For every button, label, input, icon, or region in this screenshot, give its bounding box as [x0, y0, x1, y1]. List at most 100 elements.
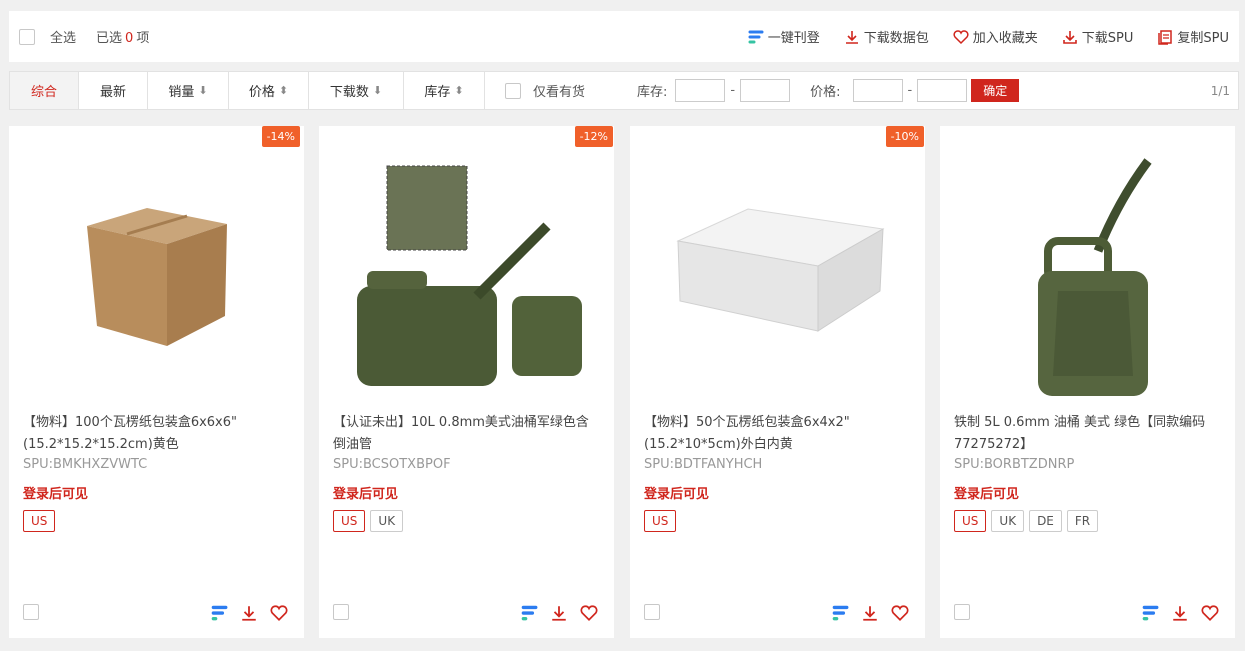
download-icon [845, 30, 858, 44]
publish-icon [748, 30, 764, 43]
market-tag: US [644, 510, 677, 532]
market-tag: FR [1066, 510, 1099, 532]
download-icon[interactable] [240, 604, 258, 622]
product-price: 登录后可见 [333, 487, 399, 502]
page-indicator: 1/1 [1210, 83, 1230, 98]
stock-min-input[interactable] [675, 79, 726, 102]
tab-label: 库存 [424, 85, 451, 100]
product-spu: SPU:BDTFANYHCH [644, 457, 763, 472]
tab-label: 下载数 [329, 85, 369, 100]
copy-icon [1158, 29, 1173, 45]
market-tags: US [23, 510, 60, 532]
product-price: 登录后可见 [954, 487, 1020, 502]
copy-spu-label: 复制SPU [1177, 31, 1229, 46]
card-actions [819, 604, 909, 622]
publish-icon[interactable] [520, 605, 538, 621]
stock-max-input[interactable] [740, 79, 791, 102]
publish-icon[interactable] [210, 605, 228, 621]
heart-icon[interactable] [1201, 604, 1219, 622]
price-max-input[interactable] [917, 79, 968, 102]
only-in-stock-checkbox[interactable] [505, 82, 521, 99]
tab-sales[interactable]: 销量 ⬇ [148, 72, 229, 109]
tab-price[interactable]: 价格 ⬍ [229, 72, 309, 109]
publish-icon[interactable] [831, 605, 849, 621]
market-tag: US [954, 510, 987, 532]
tab-comprehensive[interactable]: 综合 [10, 72, 79, 109]
product-card[interactable]: -12% 【认证未出】10L 0.8mm美式油桶军绿色含倒油管 SPU:BCSO… [319, 126, 614, 638]
jerry-can-pair-image[interactable] [319, 136, 614, 406]
price-min-input[interactable] [852, 79, 903, 102]
heart-icon[interactable] [580, 604, 598, 622]
selected-count: 已选 0 项 [96, 27, 149, 46]
price-range-label: 价格: [810, 85, 841, 100]
add-to-favorites-button[interactable]: 加入收藏夹 [953, 27, 1038, 46]
download-spu-button[interactable]: 下载SPU [1062, 27, 1134, 46]
sort-desc-icon: ⬇ [198, 84, 208, 97]
stock-range-label: 库存: [637, 85, 668, 100]
card-actions [508, 604, 598, 622]
download-spu-label: 下载SPU [1081, 31, 1134, 46]
download-icon[interactable] [550, 604, 568, 622]
market-tag: UK [370, 510, 404, 532]
product-checkbox[interactable] [954, 604, 970, 620]
heart-icon[interactable] [270, 604, 288, 622]
one-click-publish-button[interactable]: 一键刊登 [748, 27, 820, 46]
product-checkbox[interactable] [333, 604, 349, 620]
tab-label: 价格 [248, 85, 275, 100]
market-tag: US [23, 510, 56, 532]
download-icon[interactable] [1171, 604, 1189, 622]
product-checkbox[interactable] [644, 604, 660, 620]
card-actions [1129, 604, 1219, 622]
product-spu: SPU:BMKHXZVWTC [23, 457, 148, 472]
only-in-stock-filter[interactable]: 仅看有货 [505, 81, 585, 100]
copy-spu-button[interactable]: 复制SPU [1157, 27, 1229, 46]
product-title[interactable]: 铁制 5L 0.6mm 油桶 美式 绿色【同款编码77275272】 [954, 412, 1222, 456]
market-tag: US [333, 510, 366, 532]
sort-filter-bar: 综合 最新 销量 ⬇ 价格 ⬍ 下载数 ⬇ 库存 ⬍ 仅看有货 库存: - 价格: - … [9, 71, 1239, 110]
product-title[interactable]: 【认证未出】10L 0.8mm美式油桶军绿色含倒油管 [333, 412, 601, 456]
range-dash: - [907, 83, 913, 98]
selected-suffix: 项 [136, 31, 150, 46]
product-card[interactable]: 铁制 5L 0.6mm 油桶 美式 绿色【同款编码77275272】 SPU:B… [940, 126, 1235, 638]
product-spu: SPU:BORBTZDNRP [954, 457, 1075, 472]
selected-count-value: 0 [125, 31, 134, 46]
add-to-favorites-label: 加入收藏夹 [972, 31, 1038, 46]
bulk-actions: 一键刊登 下载数据包 加入收藏夹 下载SPU 复制SPU [724, 27, 1239, 46]
heart-icon[interactable] [891, 604, 909, 622]
sort-desc-icon: ⬇ [372, 84, 383, 97]
market-tags: US UK [333, 510, 408, 532]
white-box-image[interactable] [630, 136, 925, 406]
heart-icon [953, 29, 969, 44]
product-checkbox[interactable] [23, 604, 39, 620]
product-price: 登录后可见 [23, 487, 89, 502]
cardboard-box-image[interactable] [9, 136, 304, 406]
market-tags: US [644, 510, 681, 532]
jerry-can-image[interactable] [940, 136, 1235, 406]
download-icon[interactable] [861, 604, 879, 622]
tab-newest[interactable]: 最新 [79, 72, 148, 109]
select-all-label[interactable]: 全选 [50, 27, 76, 46]
market-tag: UK [991, 510, 1025, 532]
publish-icon[interactable] [1141, 605, 1159, 621]
product-price: 登录后可见 [644, 487, 710, 502]
download-datapack-button[interactable]: 下载数据包 [844, 27, 929, 46]
download-icon [1062, 30, 1077, 44]
select-all-checkbox[interactable] [19, 28, 35, 45]
confirm-filter-button[interactable]: 确定 [971, 79, 1020, 102]
one-click-publish-label: 一键刊登 [767, 31, 820, 46]
tab-label: 综合 [30, 85, 57, 100]
download-datapack-label: 下载数据包 [863, 31, 929, 46]
market-tags: US UK DE FR [954, 510, 1103, 532]
range-dash: - [730, 83, 736, 98]
tab-stock[interactable]: 库存 ⬍ [404, 72, 485, 109]
product-title[interactable]: 【物料】50个瓦楞纸包装盒6x4x2"(15.2*10*5cm)外白内黄 [644, 412, 912, 456]
tab-label: 最新 [99, 85, 126, 100]
product-title[interactable]: 【物料】100个瓦楞纸包装盒6x6x6"(15.2*15.2*15.2cm)黄色 [23, 412, 291, 456]
only-in-stock-label: 仅看有货 [533, 85, 586, 100]
product-card[interactable]: -10% 【物料】50个瓦楞纸包装盒6x4x2"(15.2*10*5cm)外白内… [630, 126, 925, 638]
market-tag: DE [1029, 510, 1062, 532]
tab-downloads[interactable]: 下载数 ⬇ [309, 72, 404, 109]
product-card[interactable]: -14% 【物料】100个瓦楞纸包装盒6x6x6"(15.2*15.2*15.2… [9, 126, 304, 638]
sort-toggle-icon: ⬍ [278, 84, 289, 97]
sort-toggle-icon: ⬍ [454, 84, 464, 97]
